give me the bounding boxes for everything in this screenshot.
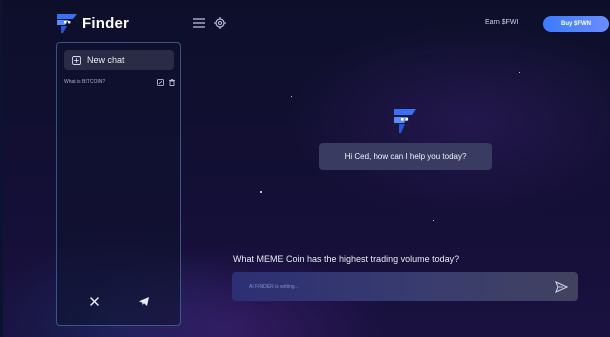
send-icon[interactable]: [553, 279, 569, 295]
background-sparkle: [519, 72, 520, 73]
x-logo-icon[interactable]: [88, 295, 100, 307]
gear-icon[interactable]: [213, 16, 227, 30]
finder-bot-avatar-icon: [394, 109, 416, 133]
chat-history-item[interactable]: What is BITCOIN?: [64, 77, 176, 87]
assistant-greeting-bubble: Hi Ced, how can I help you today?: [319, 143, 492, 170]
new-chat-label: New chat: [87, 55, 125, 65]
background-sparkle: [291, 96, 292, 97]
trash-icon[interactable]: [168, 78, 176, 86]
chat-history-title: What is BITCOIN?: [64, 79, 106, 85]
assistant-greeting-text: Hi Ced, how can I help you today?: [344, 152, 467, 161]
hamburger-menu-icon[interactable]: [192, 16, 206, 30]
buy-token-button[interactable]: Buy $FWN: [543, 16, 609, 32]
background-sparkle: [260, 191, 262, 193]
app-frame: Finder Earn $FWI Buy $FWN New chat What …: [0, 0, 610, 337]
app-name: Finder: [82, 14, 130, 32]
sidebar: New chat What is BITCOIN?: [56, 42, 181, 326]
app-logo[interactable]: Finder: [55, 12, 129, 34]
edit-icon[interactable]: [156, 78, 164, 86]
chat-input[interactable]: [249, 280, 539, 293]
header: Finder Earn $FWI Buy $FWN: [3, 0, 610, 44]
plus-square-icon: [72, 55, 81, 65]
telegram-icon[interactable]: [138, 295, 150, 307]
background-sparkle: [433, 220, 434, 221]
earn-link[interactable]: Earn $FWI: [485, 19, 518, 26]
chat-input-bar: [232, 272, 578, 301]
new-chat-button[interactable]: New chat: [64, 50, 174, 70]
user-question: What MEME Coin has the highest trading v…: [233, 254, 460, 264]
finder-logo-icon: [57, 14, 77, 33]
